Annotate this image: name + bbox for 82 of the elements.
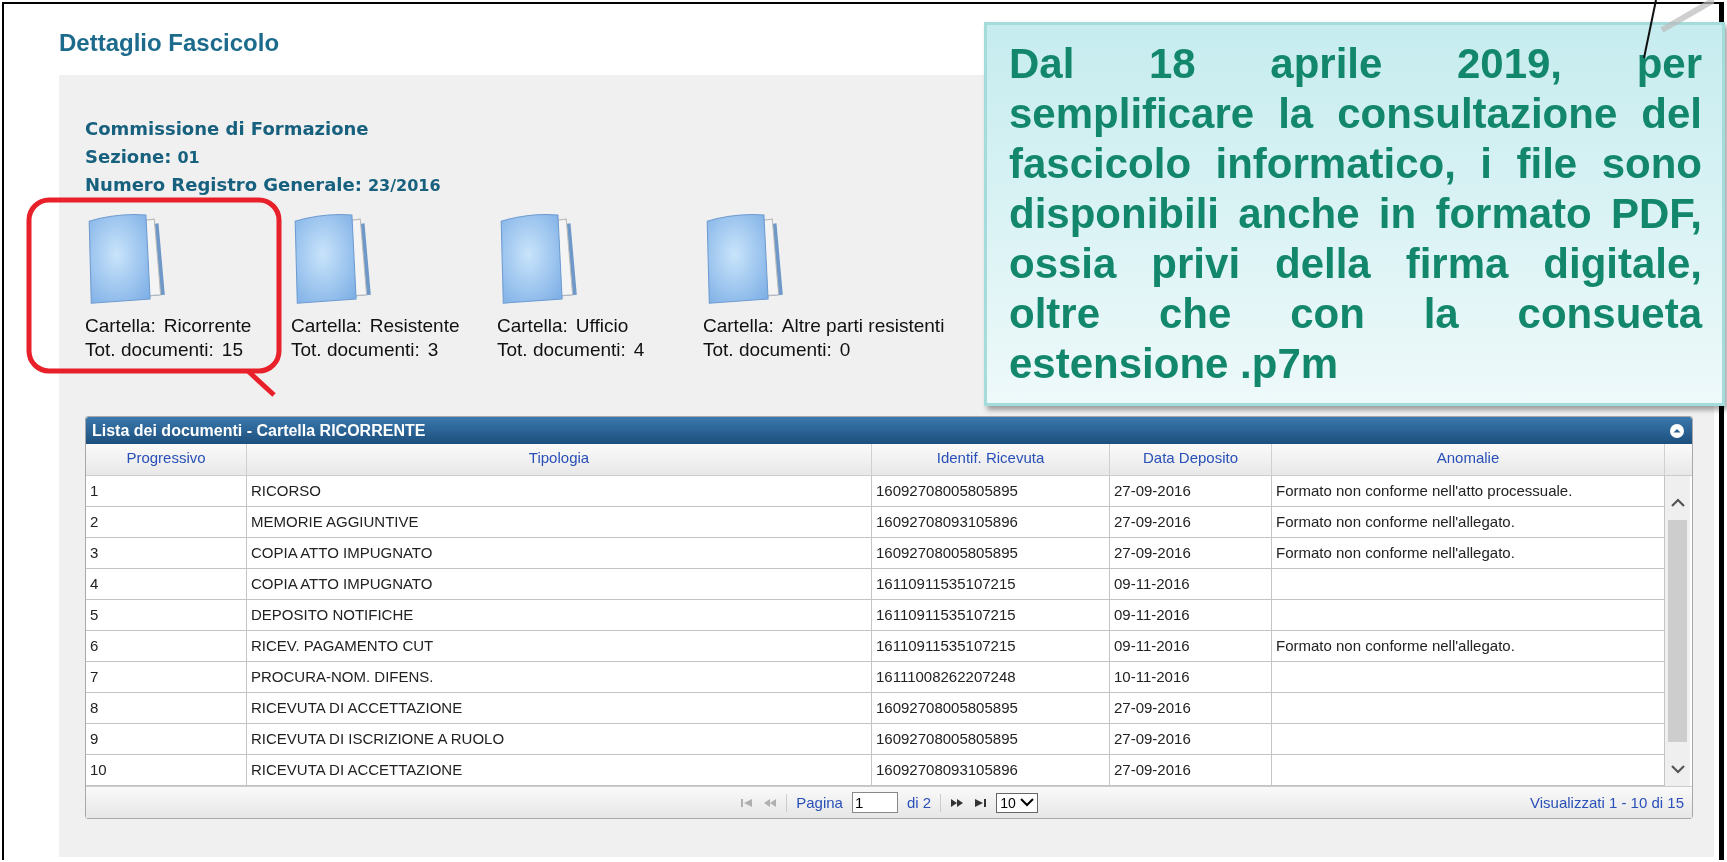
table-cell: 16110911535107215 [872, 631, 1110, 661]
table-cell: RICEVUTA DI ACCETTAZIONE [247, 693, 872, 723]
collapse-icon[interactable] [1670, 423, 1684, 438]
count-value: 3 [427, 339, 439, 360]
page-label: Pagina [796, 794, 843, 811]
table-cell: 16110911535107215 [872, 569, 1110, 599]
table-cell: 6 [86, 631, 247, 661]
table-cell: 4 [86, 569, 247, 599]
section-value: 01 [177, 148, 200, 167]
folder-name[interactable]: Resistente [369, 315, 460, 336]
caret-icon [1019, 798, 1034, 807]
folder-label: Cartella: [703, 315, 774, 336]
table-cell: 27-09-2016 [1110, 693, 1272, 723]
callout-note: Dal 18 aprile 2019, per semplificare la consultazione del fascicolo informatico, i file sono disponibili anche in formato PDF, ossia privi della firma digitale, oltre che con la consueta estensione .p7m [984, 22, 1725, 406]
records-summary: Visualizzati 1 - 10 di 15 [1530, 794, 1684, 811]
column-header[interactable]: Anomalie [1272, 444, 1665, 475]
commission-name: Commissione di Formazione [85, 118, 369, 141]
folder-name[interactable]: Ufficio [575, 315, 629, 336]
table-cell: RICEV. PAGAMENTO CUT [247, 631, 872, 661]
page-title: Dettaglio Fascicolo [59, 29, 280, 58]
table-cell: RICEVUTA DI ISCRIZIONE A RUOLO [247, 724, 872, 754]
table-cell: 10-11-2016 [1110, 662, 1272, 692]
count-label: Tot. documenti: [291, 339, 420, 360]
scrollbar[interactable] [1665, 476, 1690, 786]
table-cell: MEMORIE AGGIUNTIVE [247, 507, 872, 537]
last-page-icon[interactable] [973, 797, 988, 808]
next-page-icon[interactable] [950, 797, 965, 808]
table-cell: 7 [86, 662, 247, 692]
folder-label: Cartella: [497, 315, 568, 336]
column-header[interactable]: Progressivo [86, 444, 247, 475]
table-cell: RICORSO [247, 476, 872, 506]
column-header[interactable]: Tipologia [247, 444, 872, 475]
table-cell: 16110911535107215 [872, 600, 1110, 630]
folder-label: Cartella: [85, 315, 156, 336]
table-cell: 16092708005805895 [872, 538, 1110, 568]
table-cell: 09-11-2016 [1110, 631, 1272, 661]
table-cell: 5 [86, 600, 247, 630]
table-cell: COPIA ATTO IMPUGNATO [247, 538, 872, 568]
table-cell: 09-11-2016 [1110, 569, 1272, 599]
table-cell: PROCURA-NOM. DIFENS. [247, 662, 872, 692]
section-label: Sezione: [85, 146, 172, 167]
table-cell: 2 [86, 507, 247, 537]
page-input[interactable]: 1 [851, 792, 898, 813]
table-cell: 27-09-2016 [1110, 755, 1272, 785]
table-cell: 8 [86, 693, 247, 723]
folder-name[interactable]: Ricorrente [163, 315, 252, 336]
table-cell: 27-09-2016 [1110, 538, 1272, 568]
page-count: di 2 [906, 794, 932, 811]
register-value: 23/2016 [367, 176, 441, 195]
table-cell: 27-09-2016 [1110, 476, 1272, 506]
table-cell: 16092708093105896 [872, 507, 1110, 537]
folder-label: Cartella: [291, 315, 362, 336]
scrollbar-thumb[interactable] [1668, 520, 1687, 742]
count-value: 15 [221, 339, 243, 360]
table-cell: 16092708005805895 [872, 693, 1110, 723]
table-cell: RICEVUTA DI ACCETTAZIONE [247, 755, 872, 785]
count-label: Tot. documenti: [497, 339, 626, 360]
column-header[interactable]: Data Deposito [1110, 444, 1272, 475]
table-cell: 10 [86, 755, 247, 785]
column-header[interactable]: Identif. Ricevuta [872, 444, 1110, 475]
table-cell: 9 [86, 724, 247, 754]
table-cell: COPIA ATTO IMPUGNATO [247, 569, 872, 599]
page-size-select[interactable]: 10 [996, 792, 1038, 813]
register-label: Numero Registro Generale: [85, 174, 362, 195]
count-label: Tot. documenti: [703, 339, 832, 360]
count-value: 0 [839, 339, 851, 360]
table-title: Lista dei documenti - Cartella RICORRENTE [92, 421, 426, 440]
count-value: 4 [633, 339, 645, 360]
table-cell: DEPOSITO NOTIFICHE [247, 600, 872, 630]
count-label: Tot. documenti: [85, 339, 214, 360]
table-cell: 1 [86, 476, 247, 506]
table-cell: 16092708005805895 [872, 476, 1110, 506]
scroll-up-icon[interactable] [1669, 498, 1686, 508]
table-cell: 27-09-2016 [1110, 507, 1272, 537]
table-cell: 27-09-2016 [1110, 724, 1272, 754]
table-cell: 16092708093105896 [872, 755, 1110, 785]
folder-name[interactable]: Altre parti resistenti [781, 315, 945, 336]
table-cell: 16092708005805895 [872, 724, 1110, 754]
table-cell: 09-11-2016 [1110, 600, 1272, 630]
table-cell: 3 [86, 538, 247, 568]
table-cell: 16111008262207248 [872, 662, 1110, 692]
scroll-down-icon[interactable] [1669, 764, 1686, 774]
